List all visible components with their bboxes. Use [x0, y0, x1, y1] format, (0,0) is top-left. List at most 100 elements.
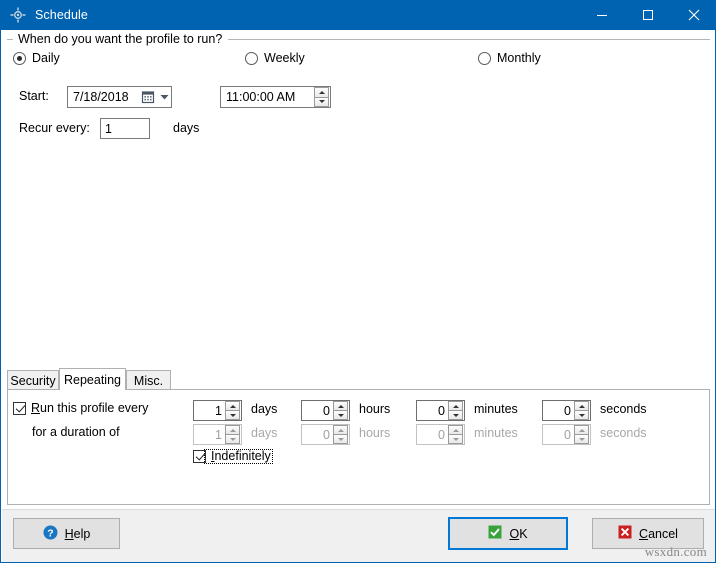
radio-monthly[interactable]: Monthly	[478, 49, 541, 67]
duration-hours-spin-up-button	[333, 425, 348, 434]
every-days-input[interactable]: 1	[193, 400, 242, 421]
duration-days-value: 1	[215, 427, 222, 442]
time-spin-down-button[interactable]	[314, 96, 329, 107]
every-seconds-spin-up-button[interactable]	[574, 401, 589, 410]
every-seconds-spinner[interactable]	[574, 401, 589, 420]
radio-daily[interactable]: Daily	[13, 49, 60, 67]
green-check-icon	[488, 525, 502, 542]
every-hours-value: 0	[323, 403, 330, 418]
minimize-button[interactable]	[579, 0, 625, 30]
groupbox-caption: When do you want the profile to run?	[15, 32, 226, 46]
every-hours-spin-down-button[interactable]	[333, 410, 348, 420]
close-button[interactable]	[671, 0, 715, 30]
ok-button[interactable]: OK	[452, 521, 564, 546]
duration-hours-spin-down-button	[333, 434, 348, 444]
start-label: Start:	[19, 89, 49, 103]
every-hours-input[interactable]: 0	[301, 400, 350, 421]
every-minutes-unit: minutes	[474, 402, 518, 416]
duration-minutes-spin-up-button	[448, 425, 463, 434]
start-date-picker[interactable]: 7/18/2018	[67, 86, 172, 108]
every-seconds-spin-down-button[interactable]	[574, 410, 589, 420]
tab-repeating-label: Repeating	[64, 372, 121, 387]
run-every-label: Run this profile every	[31, 401, 148, 415]
recur-label: Recur every:	[19, 121, 90, 135]
run-every-checkbox-mark	[13, 401, 26, 415]
schedule-icon	[10, 7, 26, 23]
schedule-dialog: Schedule When do you want the profile to…	[0, 0, 716, 563]
duration-minutes-input: 0	[416, 424, 465, 445]
indefinitely-focus-rect	[204, 449, 273, 464]
groupbox-border-right	[228, 39, 710, 40]
tab-strip: Security Repeating Misc.	[7, 368, 710, 390]
tab-misc[interactable]: Misc.	[126, 370, 171, 390]
duration-days-spin-up-button	[225, 425, 240, 434]
every-seconds-input[interactable]: 0	[542, 400, 591, 421]
every-minutes-spin-down-button[interactable]	[448, 410, 463, 420]
duration-label: for a duration of	[32, 425, 120, 439]
title-bar[interactable]: Schedule	[1, 0, 715, 30]
duration-seconds-spin-down-button	[574, 434, 589, 444]
cancel-label-rest: ancel	[648, 526, 678, 541]
svg-text:?: ?	[47, 527, 53, 539]
tab-repeating[interactable]: Repeating	[59, 368, 126, 390]
every-days-value: 1	[215, 403, 222, 418]
ok-button-label: OK	[509, 527, 527, 541]
every-minutes-value: 0	[438, 403, 445, 418]
recur-unit-label: days	[173, 121, 200, 135]
radio-weekly[interactable]: Weekly	[245, 49, 305, 67]
every-minutes-input[interactable]: 0	[416, 400, 465, 421]
duration-days-unit: days	[251, 426, 278, 440]
chevron-down-icon[interactable]	[157, 86, 171, 108]
every-days-unit: days	[251, 402, 278, 416]
duration-seconds-unit: seconds	[600, 426, 647, 440]
time-spinner-buttons[interactable]	[314, 87, 329, 107]
run-every-checkbox[interactable]: Run this profile every	[13, 401, 148, 415]
help-button-label: Help	[65, 527, 91, 541]
start-time-value: 11:00:00 AM	[226, 90, 296, 104]
radio-weekly-mark	[245, 51, 258, 65]
question-mark-icon: ?	[43, 525, 58, 543]
maximize-button[interactable]	[625, 0, 671, 30]
every-days-spinner[interactable]	[225, 401, 240, 420]
every-days-spin-down-button[interactable]	[225, 410, 240, 420]
radio-monthly-mark	[478, 51, 491, 65]
duration-hours-unit: hours	[359, 426, 391, 440]
every-minutes-spin-up-button[interactable]	[448, 401, 463, 410]
recur-interval-input[interactable]: 1	[100, 118, 150, 139]
every-seconds-unit: seconds	[600, 402, 647, 416]
run-every-accelerator: R	[31, 401, 41, 415]
every-hours-spinner[interactable]	[333, 401, 348, 420]
duration-seconds-spinner	[574, 425, 589, 444]
every-days-spin-up-button[interactable]	[225, 401, 240, 410]
duration-days-input: 1	[193, 424, 242, 445]
help-accelerator: H	[64, 526, 74, 541]
duration-days-spin-down-button	[225, 434, 240, 444]
cancel-accelerator: C	[639, 526, 649, 541]
every-minutes-spinner[interactable]	[448, 401, 463, 420]
tab-security[interactable]: Security	[7, 370, 59, 390]
start-time-spinner[interactable]: 11:00:00 AM	[220, 86, 331, 108]
duration-seconds-spin-up-button	[574, 425, 589, 434]
cancel-button-label: Cancel	[639, 527, 678, 541]
duration-hours-value: 0	[323, 427, 330, 442]
radio-daily-label: Daily	[32, 51, 60, 65]
every-hours-unit: hours	[359, 402, 391, 416]
tab-security-label: Security	[10, 373, 56, 388]
duration-minutes-unit: minutes	[474, 426, 518, 440]
recur-interval-value: 1	[105, 121, 112, 136]
every-hours-spin-up-button[interactable]	[333, 401, 348, 410]
duration-seconds-input: 0	[542, 424, 591, 445]
ok-accelerator: O	[509, 526, 520, 541]
red-x-icon	[618, 525, 632, 542]
help-button[interactable]: ? Help	[13, 518, 120, 549]
calendar-icon	[141, 90, 155, 104]
tab-misc-label: Misc.	[133, 373, 164, 388]
duration-hours-spinner	[333, 425, 348, 444]
time-spin-up-button[interactable]	[314, 87, 329, 97]
watermark: wsxdn.com	[644, 544, 707, 559]
ok-label-rest: K	[519, 526, 528, 541]
duration-minutes-value: 0	[438, 427, 445, 442]
frequency-groupbox: When do you want the profile to run?	[7, 32, 710, 70]
start-date-value: 7/18/2018	[73, 90, 129, 104]
duration-minutes-spinner	[448, 425, 463, 444]
